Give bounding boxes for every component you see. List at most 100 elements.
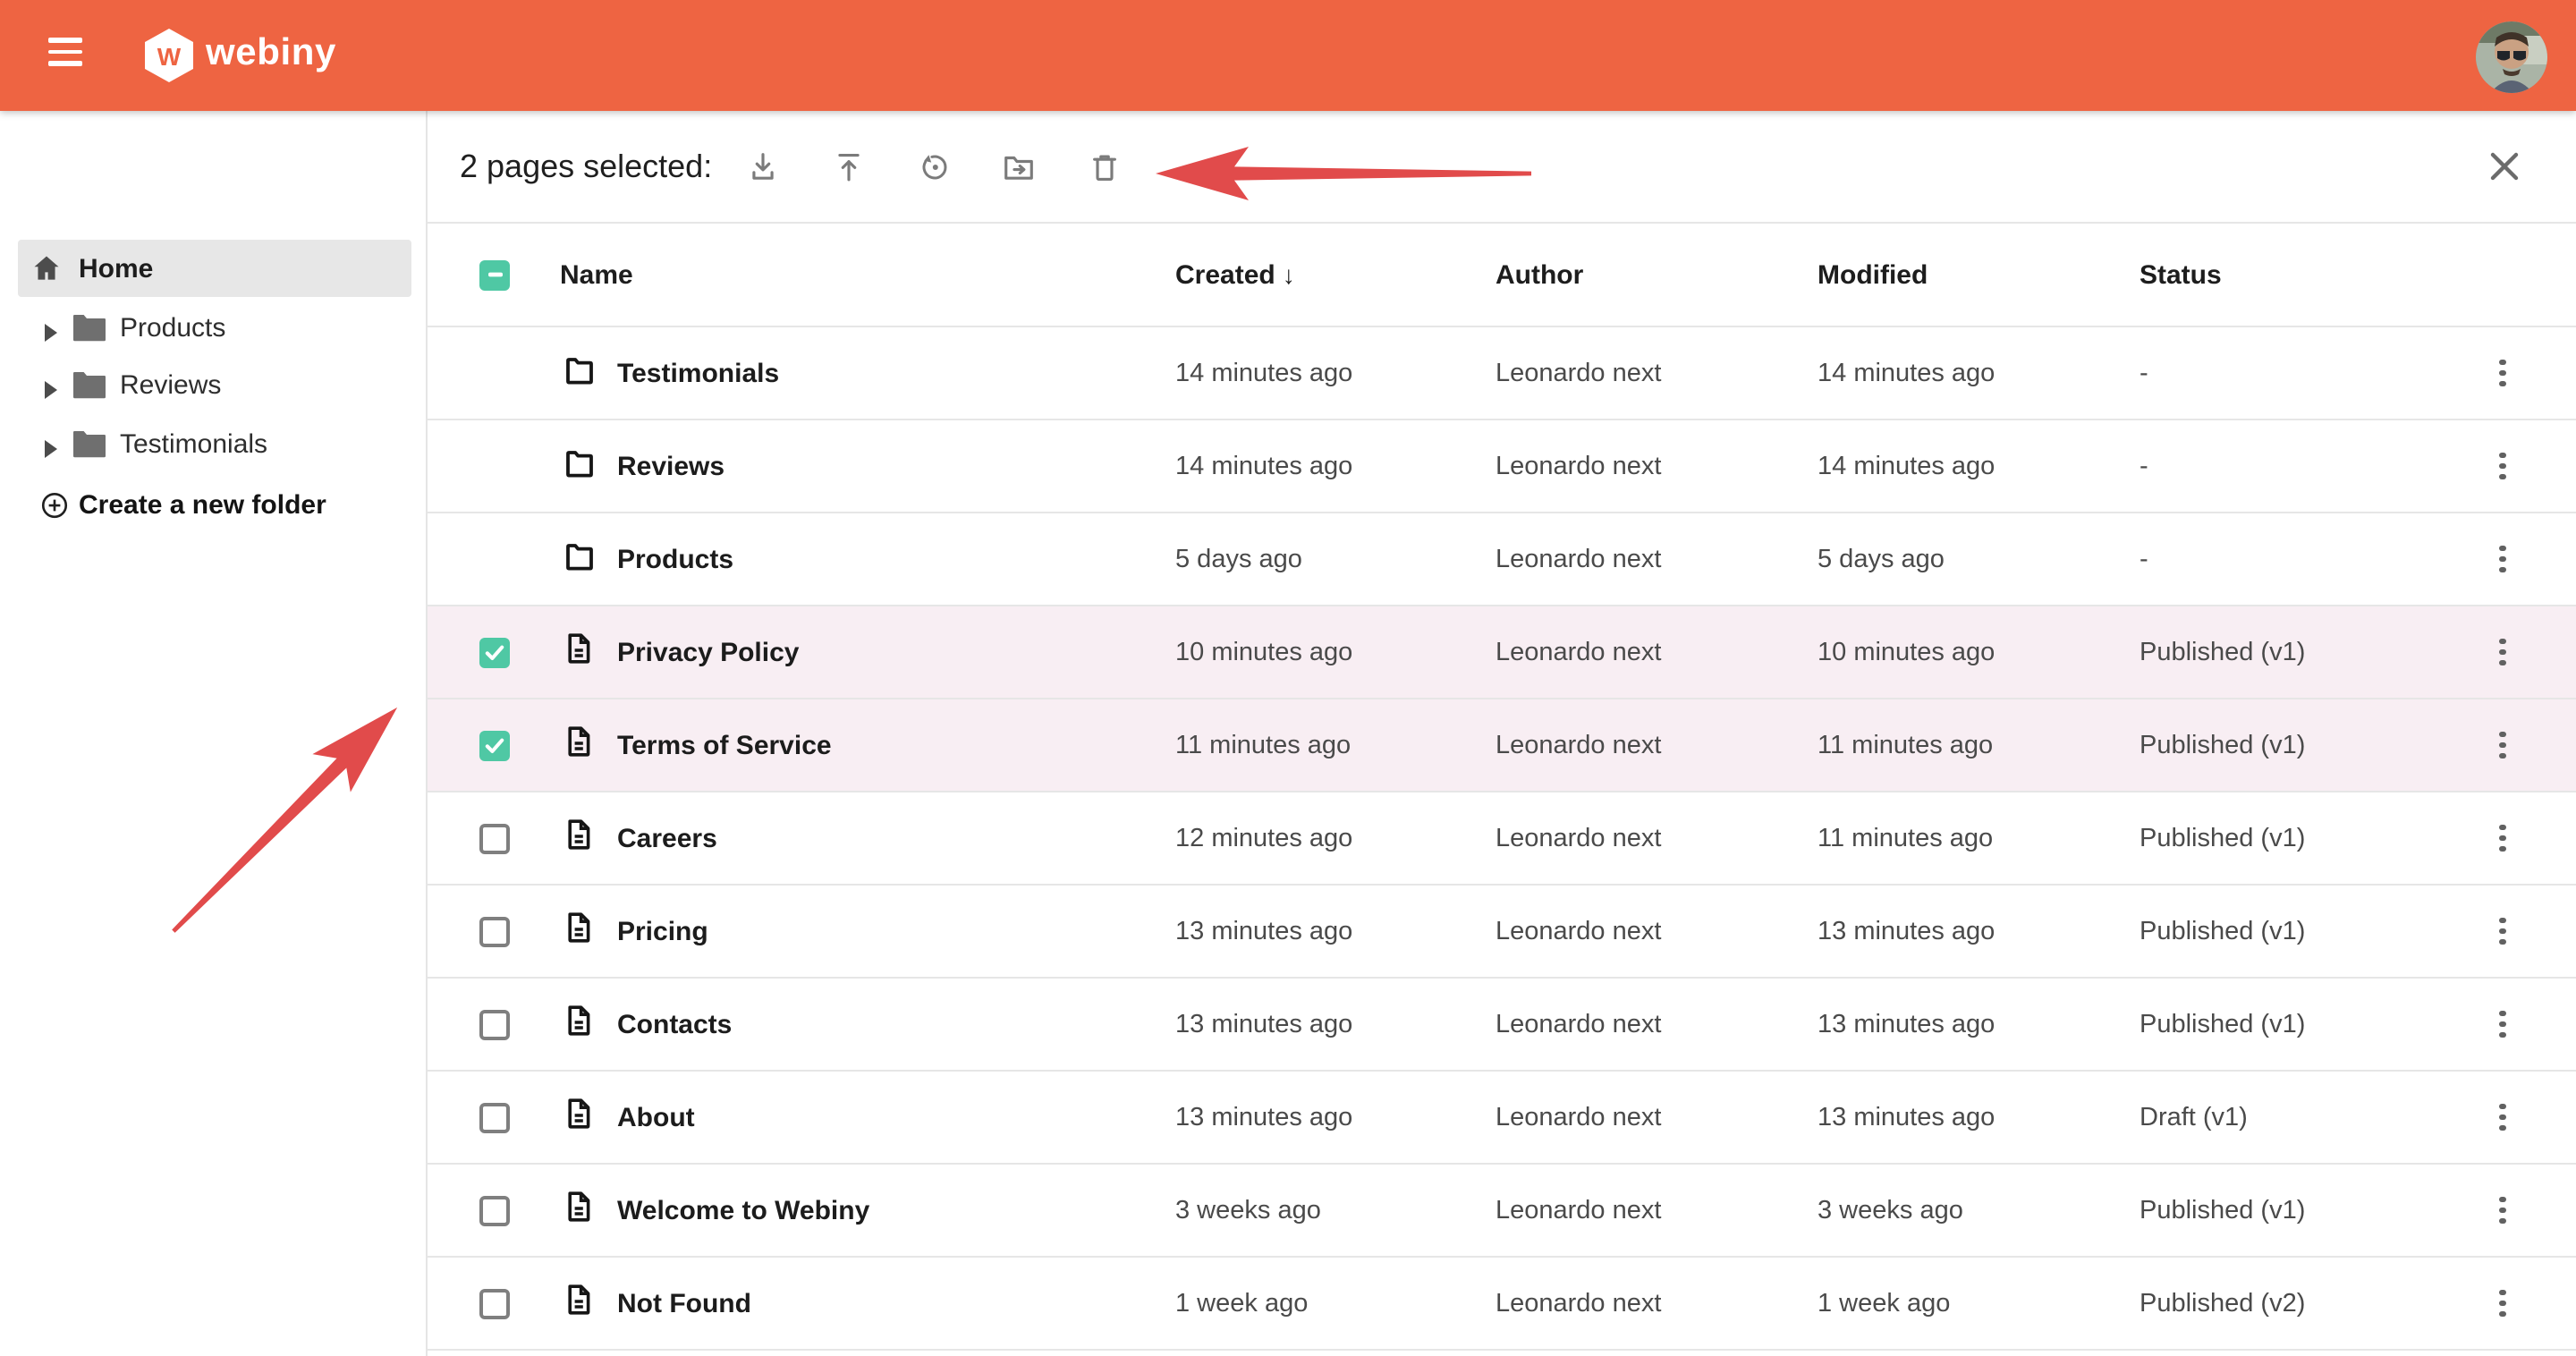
cell-created: 3 weeks ago — [1175, 1196, 1321, 1225]
row-menu-button[interactable] — [2481, 445, 2524, 487]
cell-created: 13 minutes ago — [1175, 1103, 1352, 1131]
column-header-status[interactable]: Status — [2140, 259, 2222, 290]
table-row[interactable]: Not Found1 week agoLeonardo next1 week a… — [428, 1258, 2576, 1351]
row-menu-button[interactable] — [2481, 910, 2524, 953]
delete-button[interactable] — [1073, 136, 1134, 197]
table-row[interactable]: Pricing13 minutes agoLeonardo next13 min… — [428, 886, 2576, 979]
cell-created: 14 minutes ago — [1175, 452, 1352, 480]
row-menu-button[interactable] — [2481, 1096, 2524, 1139]
publish-button[interactable] — [818, 136, 878, 197]
row-name: Testimonials — [617, 358, 779, 388]
cell-author: Leonardo next — [1496, 638, 1661, 666]
close-selection-button[interactable] — [2474, 136, 2535, 197]
table-header: Name Created↓ Author Modified Status — [428, 224, 2576, 327]
row-name: Pricing — [617, 916, 708, 946]
sidebar-item-label: Products — [120, 313, 225, 343]
row-checkbox[interactable] — [479, 1195, 510, 1225]
menu-button[interactable] — [48, 38, 84, 73]
column-header-author[interactable]: Author — [1496, 259, 1583, 290]
chevron-right-icon[interactable] — [45, 318, 57, 351]
row-menu-button[interactable] — [2481, 1282, 2524, 1325]
row-menu-button[interactable] — [2481, 631, 2524, 674]
folder-icon — [72, 311, 107, 352]
move-to-folder-icon — [999, 148, 1037, 185]
row-menu-button[interactable] — [2481, 1003, 2524, 1046]
row-menu-button[interactable] — [2481, 1189, 2524, 1232]
row-menu-button[interactable] — [2481, 352, 2524, 394]
download-button[interactable] — [732, 136, 792, 197]
webiny-logo-icon[interactable]: W — [145, 29, 193, 82]
row-name: Privacy Policy — [617, 637, 799, 667]
cell-modified: 5 days ago — [1818, 545, 1945, 573]
row-name: Contacts — [617, 1009, 732, 1039]
create-folder-label: Create a new folder — [79, 489, 326, 520]
row-checkbox[interactable] — [479, 1288, 510, 1318]
page-icon — [562, 723, 596, 767]
table-row[interactable]: Products5 days agoLeonardo next5 days ag… — [428, 513, 2576, 606]
column-header-created[interactable]: Created↓ — [1175, 259, 1295, 290]
brand-name: webiny — [206, 32, 336, 75]
chevron-right-icon[interactable] — [45, 376, 57, 408]
row-checkbox[interactable] — [479, 730, 510, 760]
close-icon — [2488, 150, 2521, 182]
cell-status: Published (v1) — [2140, 638, 2305, 666]
row-name: Products — [617, 544, 733, 574]
row-menu-button[interactable] — [2481, 538, 2524, 581]
folder-icon — [562, 352, 597, 394]
sidebar-item-products[interactable]: Products — [0, 299, 428, 356]
cell-status: Published (v1) — [2140, 824, 2305, 852]
move-to-folder-button[interactable] — [987, 136, 1048, 197]
column-header-modified[interactable]: Modified — [1818, 259, 1928, 290]
cell-created: 13 minutes ago — [1175, 1010, 1352, 1038]
home-icon — [30, 252, 63, 284]
cell-author: Leonardo next — [1496, 824, 1661, 852]
sidebar-item-reviews[interactable]: Reviews — [0, 356, 428, 413]
page-icon — [562, 1281, 596, 1326]
row-checkbox[interactable] — [479, 637, 510, 667]
table-row[interactable]: About13 minutes agoLeonardo next13 minut… — [428, 1072, 2576, 1165]
cell-author: Leonardo next — [1496, 452, 1661, 480]
sidebar-item-label: Home — [79, 254, 153, 284]
download-icon — [743, 148, 781, 185]
folder-icon — [72, 428, 107, 469]
sidebar-item-label: Reviews — [120, 370, 221, 401]
plus-circle-icon — [41, 491, 68, 518]
row-menu-button[interactable] — [2481, 724, 2524, 767]
table-row[interactable]: Welcome to Webiny3 weeks agoLeonardo nex… — [428, 1165, 2576, 1258]
column-header-name[interactable]: Name — [560, 259, 633, 290]
cell-author: Leonardo next — [1496, 1010, 1661, 1038]
page-icon — [562, 1188, 596, 1233]
table-row[interactable]: Reviews14 minutes agoLeonardo next14 min… — [428, 420, 2576, 513]
table-row[interactable]: Privacy Policy10 minutes agoLeonardo nex… — [428, 606, 2576, 699]
table-row[interactable]: Contacts13 minutes agoLeonardo next13 mi… — [428, 979, 2576, 1072]
create-folder-button[interactable]: Create a new folder — [41, 481, 326, 528]
row-checkbox[interactable] — [479, 823, 510, 853]
cell-status: Published (v2) — [2140, 1289, 2305, 1318]
row-name: Not Found — [617, 1288, 751, 1318]
svg-text:W: W — [157, 43, 182, 71]
cell-created: 13 minutes ago — [1175, 917, 1352, 945]
cell-author: Leonardo next — [1496, 917, 1661, 945]
bulk-actions-toolbar: 2 pages selected: — [428, 111, 2576, 224]
sidebar-item-testimonials[interactable]: Testimonials — [0, 415, 428, 472]
chevron-right-icon[interactable] — [45, 435, 57, 467]
trash-icon — [1085, 148, 1123, 185]
cell-status: Published (v1) — [2140, 1010, 2305, 1038]
cell-modified: 13 minutes ago — [1818, 1103, 1995, 1131]
cell-author: Leonardo next — [1496, 359, 1661, 387]
sidebar-item-label: Testimonials — [120, 429, 267, 460]
folder-icon — [562, 445, 597, 487]
sidebar-item-home[interactable]: Home — [18, 240, 411, 297]
row-menu-button[interactable] — [2481, 817, 2524, 860]
row-checkbox[interactable] — [479, 1102, 510, 1132]
cell-modified: 3 weeks ago — [1818, 1196, 1963, 1225]
cell-modified: 14 minutes ago — [1818, 452, 1995, 480]
select-all-checkbox[interactable] — [479, 259, 510, 290]
table-row[interactable]: Terms of Service11 minutes agoLeonardo n… — [428, 699, 2576, 792]
row-checkbox[interactable] — [479, 916, 510, 946]
table-row[interactable]: Testimonials14 minutes agoLeonardo next1… — [428, 327, 2576, 420]
row-checkbox[interactable] — [479, 1009, 510, 1039]
user-avatar-button[interactable] — [2476, 21, 2547, 93]
table-row[interactable]: Careers12 minutes agoLeonardo next11 min… — [428, 792, 2576, 886]
restore-button[interactable] — [903, 136, 964, 197]
